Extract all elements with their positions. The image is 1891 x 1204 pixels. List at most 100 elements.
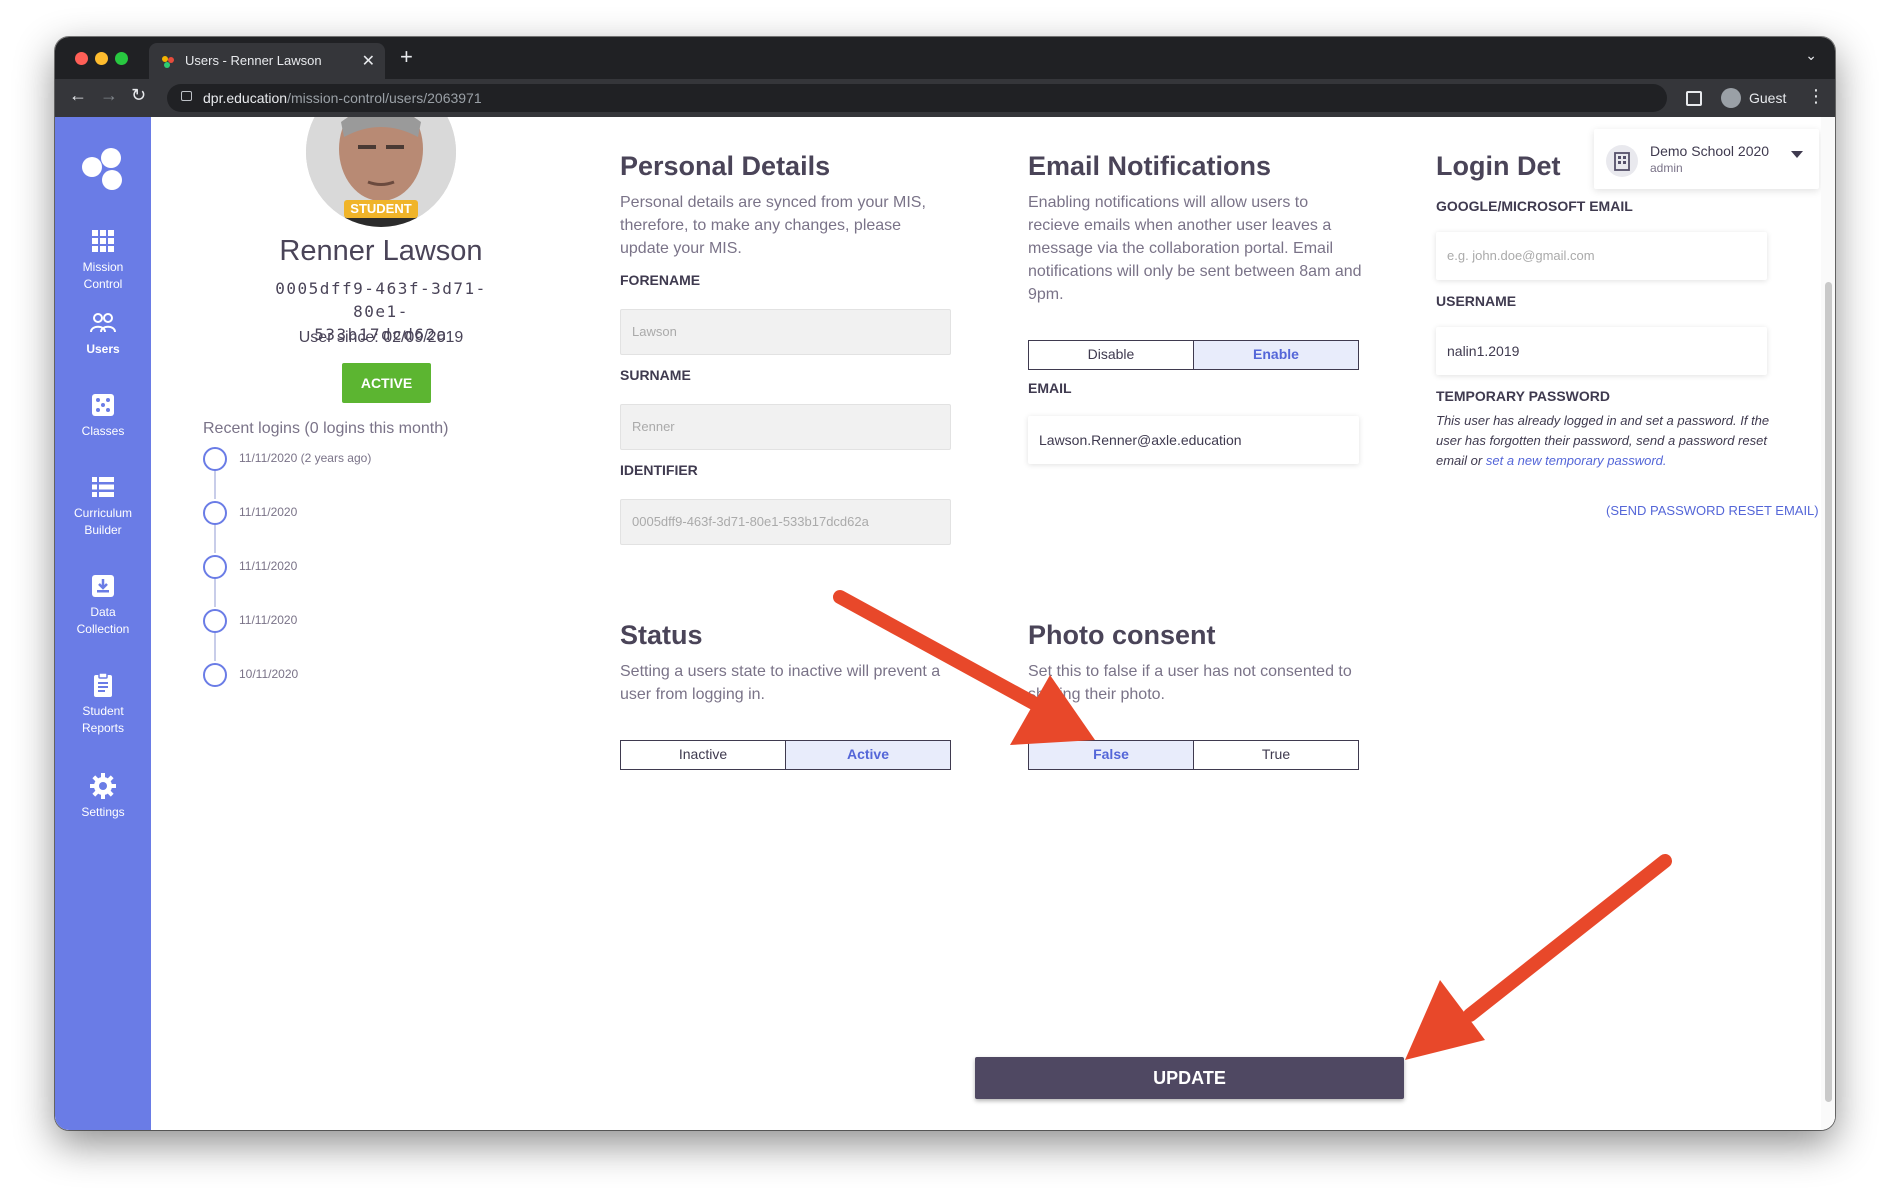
personal-details-description: Personal details are synced from your MI… <box>620 194 926 257</box>
profile-button[interactable]: Guest <box>1719 84 1799 112</box>
user-since: User since: 02/09/2019 <box>298 329 464 346</box>
user-uuid-line1: 0005dff9-463f-3d71-80e1- <box>275 279 487 321</box>
notifications-enable-option[interactable]: Enable <box>1194 340 1359 370</box>
google-email-field[interactable]: e.g. john.doe@gmail.com <box>1436 232 1767 280</box>
tab-search-icon[interactable]: ⌄ <box>1805 47 1817 64</box>
set-temp-password-link[interactable]: set a new temporary password. <box>1486 453 1667 468</box>
timeline-dot <box>203 555 227 579</box>
minimize-window-icon[interactable] <box>95 52 108 65</box>
gear-icon <box>90 773 116 799</box>
sidebar-item-label: Data Collection <box>76 605 130 636</box>
forename-label: FORENAME <box>620 272 701 288</box>
status-toggle: Inactive Active <box>620 740 951 770</box>
sidebar-item-student-reports[interactable]: Student Reports <box>55 671 151 737</box>
timeline-dot <box>203 663 227 687</box>
sidebar-item-label: Curriculum Builder <box>73 506 132 537</box>
browser-tab[interactable]: Users - Renner Lawson ✕ <box>149 43 385 79</box>
profile-label: Guest <box>1749 90 1787 106</box>
forward-icon[interactable]: → <box>100 85 118 106</box>
app-logo-icon[interactable] <box>81 147 127 193</box>
tab-close-icon[interactable]: ✕ <box>362 51 375 71</box>
identifier-label: IDENTIFIER <box>620 462 698 478</box>
school-selector[interactable]: Demo School 2020 admin <box>1594 129 1819 189</box>
back-icon[interactable]: ← <box>69 85 87 106</box>
forename-field[interactable]: Lawson <box>620 309 951 355</box>
identifier-field[interactable]: 0005dff9-463f-3d71-80e1-533b17dcd62a <box>620 499 951 545</box>
list-item: 11/11/2020 <box>203 609 503 633</box>
reload-icon[interactable]: ↻ <box>131 85 146 106</box>
login-date: 11/11/2020 <box>239 559 298 573</box>
url-text: dpr.education/mission-control/users/2063… <box>203 90 482 106</box>
photo-consent-false-option[interactable]: False <box>1028 740 1194 770</box>
email-notifications-title: Email Notifications <box>1028 151 1272 181</box>
grid-icon <box>92 230 114 252</box>
sidebar-item-label: Classes <box>81 424 125 438</box>
browser-window: Users - Renner Lawson ✕ + ⌄ ← → ↻ dpr.ed… <box>55 37 1835 1130</box>
username-label: USERNAME <box>1436 293 1517 309</box>
status-description: Setting a users state to inactive will p… <box>620 663 941 703</box>
tab-title: Users - Renner Lawson <box>185 53 322 68</box>
sidebar-item-data-collection[interactable]: Data Collection <box>55 572 151 638</box>
status-inactive-option[interactable]: Inactive <box>620 740 786 770</box>
dice-icon <box>92 394 114 416</box>
list-item: 11/11/2020 <box>203 555 503 579</box>
lock-icon <box>181 91 192 101</box>
sidebar-item-label: Users <box>86 342 120 356</box>
login-date: 11/11/2020 (2 years ago) <box>239 451 372 465</box>
address-bar[interactable]: dpr.education/mission-control/users/2063… <box>167 84 1667 112</box>
photo-consent-title: Photo consent <box>1028 620 1216 650</box>
send-password-reset-link[interactable]: (SEND PASSWORD RESET EMAIL) <box>1606 503 1819 518</box>
scrollbar-thumb[interactable] <box>1825 282 1832 1102</box>
maximize-window-icon[interactable] <box>115 52 128 65</box>
list-item: 11/11/2020 <box>203 501 503 525</box>
status-active-button[interactable]: ACTIVE <box>342 363 431 403</box>
sidebar-item-curriculum-builder[interactable]: Curriculum Builder <box>55 473 151 539</box>
sidebar-item-mission-control[interactable]: Mission Control <box>55 227 151 293</box>
sidebar-item-label: Mission Control <box>82 260 124 291</box>
login-date: 10/11/2020 <box>239 667 299 681</box>
timeline-connector <box>214 523 216 553</box>
surname-label: SURNAME <box>620 367 691 383</box>
surname-field[interactable]: Renner <box>620 404 951 450</box>
app-viewport: Mission Control Users Classes Curriculum… <box>55 117 1835 1130</box>
recent-logins-title: Recent logins (0 logins this month) <box>203 420 449 437</box>
login-details-title: Login Det <box>1436 151 1561 181</box>
list-item: 11/11/2020 (2 years ago) <box>203 447 503 471</box>
browser-menu-icon[interactable]: ⋮ <box>1807 86 1825 107</box>
google-email-label: GOOGLE/MICROSOFT EMAIL <box>1436 198 1633 214</box>
school-name: Demo School 2020 <box>1650 143 1770 159</box>
sidebar-item-label: Settings <box>81 805 125 819</box>
role-badge: STUDENT <box>344 200 418 218</box>
email-notifications-toggle: Disable Enable <box>1028 340 1359 370</box>
email-label: EMAIL <box>1028 380 1072 396</box>
browser-toolbar: ← → ↻ dpr.education/mission-control/user… <box>55 79 1835 117</box>
scrollbar[interactable] <box>1821 117 1835 1130</box>
download-box-icon <box>92 575 114 597</box>
sidebar-item-users[interactable]: Users <box>55 309 151 358</box>
close-window-icon[interactable] <box>75 52 88 65</box>
photo-consent-true-option[interactable]: True <box>1194 740 1359 770</box>
chevron-down-icon <box>1791 151 1803 158</box>
username-field[interactable]: nalin1.2019 <box>1436 327 1767 375</box>
timeline-connector <box>214 469 216 499</box>
sidebar-item-classes[interactable]: Classes <box>55 391 151 440</box>
sidebar-item-settings[interactable]: Settings <box>55 772 151 821</box>
email-notifications-description: Enabling notifications will allow users … <box>1028 194 1362 303</box>
timeline-dot <box>203 609 227 633</box>
timeline-connector <box>214 577 216 607</box>
login-date: 11/11/2020 <box>239 613 298 627</box>
browser-titlebar: Users - Renner Lawson ✕ + ⌄ <box>55 37 1835 79</box>
update-button[interactable]: UPDATE <box>975 1057 1404 1099</box>
notifications-disable-option[interactable]: Disable <box>1028 340 1194 370</box>
email-field[interactable]: Lawson.Renner@axle.education <box>1028 416 1359 464</box>
temp-password-description: This user has already logged in and set … <box>1436 411 1771 471</box>
side-panel-icon[interactable] <box>1686 91 1702 106</box>
new-tab-icon[interactable]: + <box>400 44 413 70</box>
sidebar: Mission Control Users Classes Curriculum… <box>55 117 151 1130</box>
temp-password-label: TEMPORARY PASSWORD <box>1436 388 1610 404</box>
status-active-option[interactable]: Active <box>786 740 951 770</box>
users-icon <box>90 313 116 333</box>
photo-consent-toggle: False True <box>1028 740 1359 770</box>
guest-avatar-icon <box>1721 88 1741 108</box>
app-favicon-icon <box>162 56 174 68</box>
